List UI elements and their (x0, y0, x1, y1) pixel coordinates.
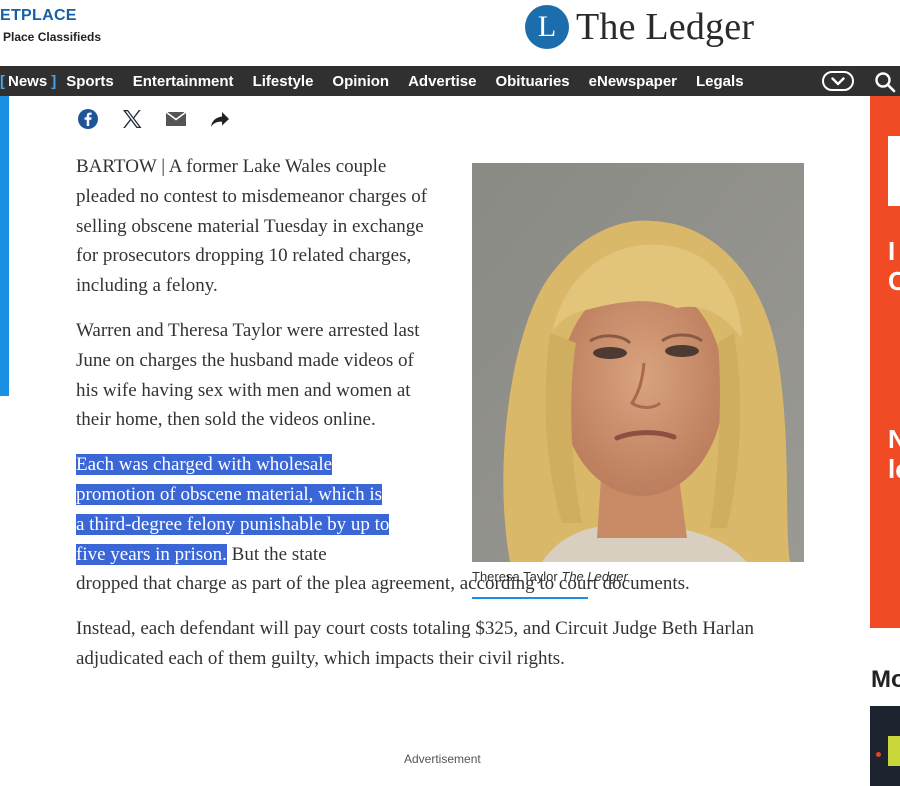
marketplace-subtitle[interactable]: Place Classifieds (3, 30, 101, 44)
article-paragraph: BARTOW | A former Lake Wales couple plea… (76, 156, 428, 297)
ad-letter: le (888, 454, 900, 484)
caption-credit: The Ledger (561, 569, 628, 584)
site-header: ETPLACE Place Classifieds L The Ledger (0, 0, 900, 66)
article-paragraph: Instead, each defendant will pay court c… (76, 618, 755, 669)
article-text: But the state (231, 543, 327, 565)
share-bar (76, 106, 252, 132)
nav-item-news[interactable]: News (5, 73, 47, 90)
article-photo[interactable] (472, 163, 804, 562)
search-icon (875, 72, 896, 93)
email-icon[interactable] (164, 107, 188, 131)
x-icon[interactable] (120, 107, 144, 131)
chevron-down-icon (831, 76, 845, 85)
logo-mark: L (525, 5, 569, 49)
site-logo[interactable]: L The Ledger (525, 4, 754, 50)
nav-item-lifestyle[interactable]: Lifestyle (253, 73, 314, 90)
ad-bar-graphic (888, 136, 900, 206)
text-selection: five years in prison. (76, 543, 227, 565)
nav-active-bracket-right: ] (51, 72, 57, 90)
portrait-photo (472, 163, 804, 562)
more-story-thumbnail[interactable] (870, 706, 900, 786)
search-button[interactable] (874, 71, 896, 93)
nav-item-obituaries[interactable]: Obituaries (495, 73, 569, 90)
article-paragraph: Warren and Theresa Taylor were arrested … (76, 319, 420, 431)
nav-item-opinion[interactable]: Opinion (332, 73, 389, 90)
ad-letter: I (888, 236, 896, 266)
text-selection: Each was charged with wholesale (76, 454, 333, 476)
left-rail-accent (0, 96, 9, 396)
nav-item-legals[interactable]: Legals (696, 73, 744, 90)
text-selection: a third-degree felony punishable by up t… (76, 513, 390, 535)
nav-more-button[interactable] (822, 71, 854, 91)
main-nav: [ News ] Sports Entertainment Lifestyle … (0, 66, 900, 96)
text-selection: promotion of obscene material, which is (76, 483, 383, 505)
more-stories-heading: Mo (871, 666, 900, 693)
facebook-icon[interactable] (76, 107, 100, 131)
nav-item-entertainment[interactable]: Entertainment (133, 73, 234, 90)
logo-wordmark: The Ledger (576, 6, 755, 48)
nav-item-advertise[interactable]: Advertise (408, 73, 476, 90)
ad-letter: N (888, 424, 900, 454)
marketplace-link[interactable]: ETPLACE (0, 7, 77, 25)
ad-letter: C (888, 266, 900, 296)
nav-item-enewspaper[interactable]: eNewspaper (589, 73, 677, 90)
advertisement-label: Advertisement (404, 752, 481, 766)
share-icon[interactable] (208, 107, 232, 131)
sidebar-ad[interactable]: I C N le (870, 96, 900, 628)
caption-divider (472, 597, 588, 599)
photo-caption: Theresa Taylor The Ledger (472, 569, 628, 584)
nav-item-sports[interactable]: Sports (66, 73, 114, 90)
caption-name: Theresa Taylor (472, 569, 558, 584)
